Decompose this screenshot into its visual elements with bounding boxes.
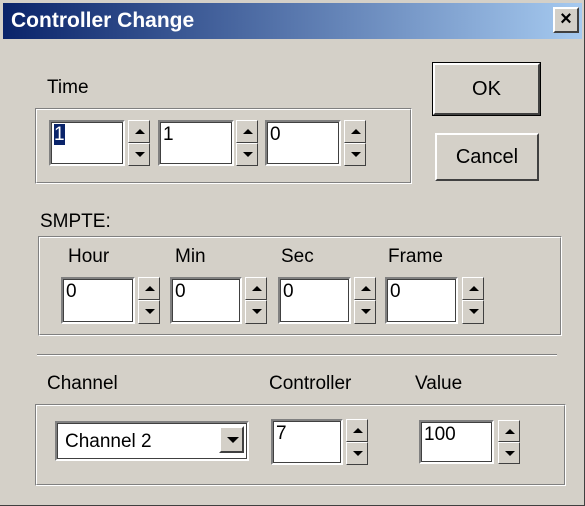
arrow-down-icon[interactable] bbox=[138, 300, 160, 324]
arrow-down-icon[interactable] bbox=[344, 143, 366, 166]
cancel-button[interactable]: Cancel bbox=[435, 133, 539, 181]
arrow-up-icon[interactable] bbox=[462, 277, 484, 300]
time-tick-input[interactable]: 0 bbox=[265, 120, 341, 166]
close-icon[interactable]: × bbox=[553, 7, 579, 33]
arrow-down-icon[interactable] bbox=[128, 143, 150, 166]
smpte-hour-input[interactable]: 0 bbox=[61, 277, 135, 324]
separator bbox=[37, 354, 557, 356]
smpte-min-spinner[interactable] bbox=[245, 277, 267, 324]
arrow-up-icon[interactable] bbox=[245, 277, 267, 300]
arrow-up-icon[interactable] bbox=[344, 120, 366, 143]
arrow-up-icon[interactable] bbox=[128, 120, 150, 143]
controller-label: Controller bbox=[269, 373, 352, 394]
value-spinner[interactable] bbox=[498, 420, 520, 464]
smpte-sec-spinner[interactable] bbox=[354, 277, 376, 324]
smpte-frame-input[interactable]: 0 bbox=[385, 277, 458, 324]
controller-spinner[interactable] bbox=[346, 419, 368, 465]
arrow-up-icon[interactable] bbox=[498, 420, 520, 442]
arrow-down-icon[interactable] bbox=[346, 442, 368, 465]
smpte-sec-input[interactable]: 0 bbox=[278, 277, 351, 324]
controller-input[interactable]: 7 bbox=[271, 419, 343, 465]
ok-button[interactable]: OK bbox=[432, 62, 541, 116]
smpte-hour-spinner[interactable] bbox=[138, 277, 160, 324]
arrow-up-icon[interactable] bbox=[138, 277, 160, 300]
arrow-down-icon[interactable] bbox=[245, 300, 267, 324]
arrow-down-icon[interactable] bbox=[462, 300, 484, 324]
arrow-down-icon[interactable] bbox=[236, 143, 258, 166]
arrow-up-icon[interactable] bbox=[346, 419, 368, 442]
value-label: Value bbox=[415, 373, 463, 394]
smpte-label: SMPTE: bbox=[40, 211, 111, 232]
sec-label: Sec bbox=[281, 246, 314, 267]
window-title: Controller Change bbox=[11, 9, 195, 32]
arrow-up-icon[interactable] bbox=[354, 277, 376, 300]
time-beat-input[interactable]: 1 bbox=[158, 120, 234, 166]
time-tick-spinner[interactable] bbox=[344, 120, 366, 166]
title-bar[interactable]: Controller Change × bbox=[3, 3, 582, 39]
time-measure-input[interactable]: 1 bbox=[49, 120, 125, 166]
controller-change-dialog: Controller Change × Time 1 1 0 OK Cancel… bbox=[0, 0, 585, 506]
chevron-down-icon[interactable] bbox=[219, 426, 244, 453]
time-label: Time bbox=[47, 77, 89, 98]
arrow-down-icon[interactable] bbox=[354, 300, 376, 324]
smpte-min-input[interactable]: 0 bbox=[170, 277, 242, 324]
frame-label: Frame bbox=[388, 246, 443, 267]
min-label: Min bbox=[175, 246, 206, 267]
time-measure-spinner[interactable] bbox=[128, 120, 150, 166]
arrow-up-icon[interactable] bbox=[236, 120, 258, 143]
channel-select[interactable]: Channel 2 bbox=[55, 421, 249, 461]
channel-selected-value: Channel 2 bbox=[65, 431, 152, 452]
channel-label: Channel bbox=[47, 373, 118, 394]
arrow-down-icon[interactable] bbox=[498, 442, 520, 464]
time-beat-spinner[interactable] bbox=[236, 120, 258, 166]
time-measure-value: 1 bbox=[54, 124, 65, 145]
value-input[interactable]: 100 bbox=[419, 420, 494, 464]
smpte-frame-spinner[interactable] bbox=[462, 277, 484, 324]
hour-label: Hour bbox=[68, 246, 110, 267]
